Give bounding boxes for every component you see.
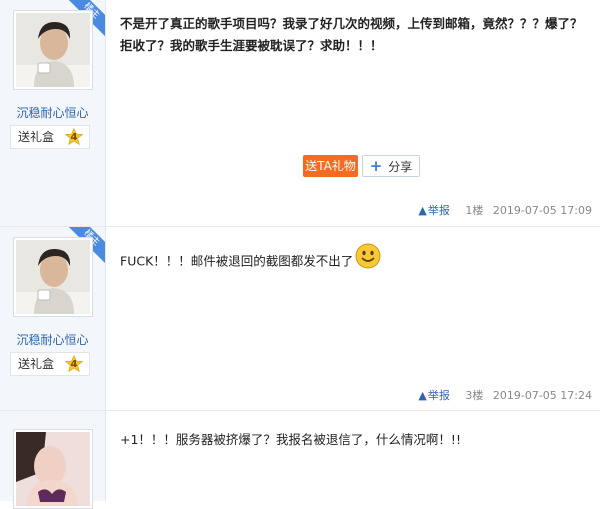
report-link[interactable]: 举报 <box>428 204 450 217</box>
send-gift-box[interactable]: 送礼盒 4 <box>10 125 90 149</box>
avatar[interactable] <box>13 10 93 90</box>
post-content: 不是开了真正的歌手项目吗？我录了好几次的视频，上传到邮箱，竟然？？？爆了？拒收了… <box>120 16 583 53</box>
level-number: 4 <box>70 132 78 143</box>
author-panel: 楼主 沉稳耐心恒心 送礼盒 4 <box>0 227 106 410</box>
avatar-image <box>16 13 90 87</box>
avatar[interactable] <box>13 237 93 317</box>
post-floor-1: 楼主 沉稳耐心恒心 送礼盒 4 不是开了真正的歌手项目吗？我录了好几次的视频，上… <box>0 0 600 226</box>
smiley-face-icon <box>355 243 381 269</box>
post-meta: ▲举报 1楼 2019-07-05 17:09 <box>418 202 592 218</box>
level-star-icon: 4 <box>65 355 83 373</box>
send-gift-button[interactable]: 送TA礼物 <box>303 155 358 177</box>
post-floor-next: +1！！！服务器被挤爆了？我报名被退信了，什么情况啊！!! <box>0 411 600 509</box>
floor-number: 1楼 <box>465 204 484 217</box>
floor-number: 3楼 <box>465 389 484 402</box>
post-time: 2019-07-05 17:24 <box>492 389 592 402</box>
plus-icon: + <box>369 157 383 175</box>
post-floor-3: 楼主 沉稳耐心恒心 送礼盒 4 FUCK！！！邮件被退回的截图都发不出了 ▲举报… <box>0 227 600 410</box>
level-star-icon: 4 <box>65 128 83 146</box>
level-number: 4 <box>70 359 78 370</box>
share-button[interactable]: + 分享 <box>362 155 420 177</box>
post-meta: ▲举报 3楼 2019-07-05 17:24 <box>418 387 592 403</box>
post-content: FUCK！！！邮件被退回的截图都发不出了 <box>120 243 586 275</box>
gift-box-label: 送礼盒 <box>18 357 55 371</box>
author-panel: 楼主 沉稳耐心恒心 送礼盒 4 <box>0 0 106 226</box>
author-panel <box>0 411 106 509</box>
report-icon: ▲ <box>418 389 427 402</box>
report-link[interactable]: 举报 <box>428 389 450 402</box>
post-text: FUCK！！！邮件被退回的截图都发不出了 <box>120 253 354 269</box>
username-link[interactable]: 沉稳耐心恒心 <box>0 104 105 121</box>
post-time: 2019-07-05 17:09 <box>492 204 592 217</box>
post-content: +1！！！服务器被挤爆了？我报名被退信了，什么情况啊！!! <box>120 432 461 447</box>
gift-box-label: 送礼盒 <box>18 130 55 144</box>
avatar-image <box>16 432 90 506</box>
share-label: 分享 <box>388 160 413 174</box>
send-gift-box[interactable]: 送礼盒 4 <box>10 352 90 376</box>
report-icon: ▲ <box>418 204 427 217</box>
username-link[interactable]: 沉稳耐心恒心 <box>0 331 105 348</box>
avatar-image <box>16 240 90 314</box>
avatar[interactable] <box>13 429 93 509</box>
